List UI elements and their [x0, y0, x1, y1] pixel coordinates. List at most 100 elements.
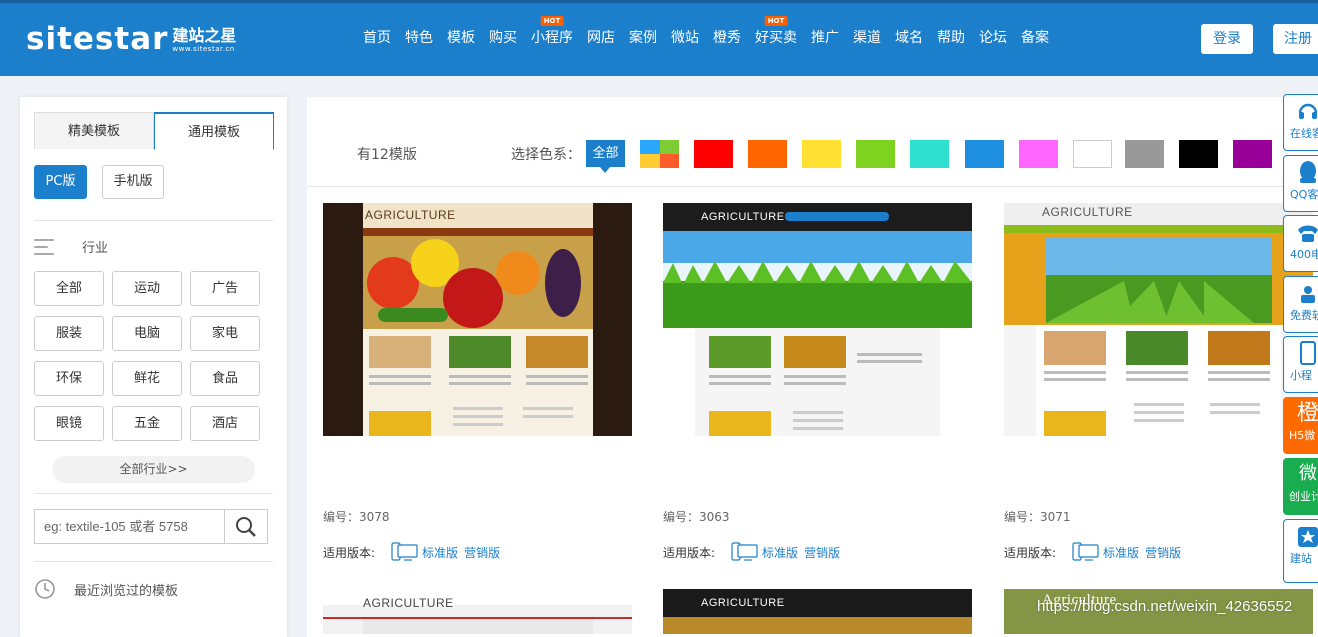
template-title: AGRICULTURE [365, 208, 456, 222]
marketing-version-link[interactable]: 营销版 [464, 544, 500, 561]
nav-label: 备案 [1021, 30, 1049, 46]
nav-item-templates[interactable]: 模板 [447, 27, 475, 49]
industry-computer[interactable]: 电脑 [112, 316, 182, 351]
watermark: https://blog.csdn.net/weixin_42636552 [1037, 598, 1293, 615]
qq-service-button[interactable]: QQ客 [1283, 155, 1318, 212]
standard-version-link[interactable]: 标准版 [1103, 544, 1139, 561]
rightbar-label: 免费软 [1290, 309, 1318, 322]
marketing-version-link[interactable]: 营销版 [804, 544, 840, 561]
template-thumbnail[interactable]: AGRICULTURE [663, 589, 972, 634]
nav-label: 推广 [811, 30, 839, 46]
color-swatch-orange[interactable] [748, 140, 787, 168]
login-button[interactable]: 登录 [1201, 24, 1253, 54]
nav-item-haomaimai[interactable]: HOT 好买卖 [755, 16, 797, 49]
pc-version-button[interactable]: PC版 [34, 165, 87, 199]
nav-item-icp[interactable]: 备案 [1021, 27, 1049, 49]
nav-item-shop[interactable]: 网店 [587, 27, 615, 49]
nav-label: 帮助 [937, 30, 965, 46]
nav-item-features[interactable]: 特色 [405, 27, 433, 49]
online-service-button[interactable]: 在线客 [1283, 94, 1318, 151]
standard-version-link[interactable]: 标准版 [762, 544, 798, 561]
color-filter-bar: 有12模版 选择色系： 全部 [307, 97, 1318, 187]
nav-item-help[interactable]: 帮助 [937, 27, 965, 49]
site-header: sitestar 建站之星 www.sitestar.cn 首页 特色 模板 购… [0, 0, 1318, 76]
color-swatch-green[interactable] [856, 140, 895, 168]
h5-microsite-button[interactable]: 橙 H5微 [1283, 397, 1318, 454]
standard-version-link[interactable]: 标准版 [422, 544, 458, 561]
industry-hardware[interactable]: 五金 [112, 406, 182, 441]
phone-icon [1298, 225, 1318, 242]
nav-item-channel[interactable]: 渠道 [853, 27, 881, 49]
divider [34, 493, 273, 494]
color-swatch-white[interactable] [1073, 140, 1112, 168]
nav-label: 小程序 [531, 30, 573, 46]
nav-label: 网店 [587, 30, 615, 46]
search-icon [236, 516, 256, 537]
color-swatch-blue[interactable] [965, 140, 1004, 168]
hotline-button[interactable]: 400电 [1283, 215, 1318, 272]
template-thumbnail[interactable]: AGRICULTURE [1004, 203, 1313, 436]
color-swatch-multi[interactable] [640, 140, 679, 168]
nav-item-domain[interactable]: 域名 [895, 27, 923, 49]
marketing-version-link[interactable]: 营销版 [1145, 544, 1181, 561]
nav-item-forum[interactable]: 论坛 [979, 27, 1007, 49]
startup-plan-button[interactable]: 微 创业计 [1283, 458, 1318, 515]
free-trial-button[interactable]: 免费软 [1283, 276, 1318, 333]
nav-item-cases[interactable]: 案例 [629, 27, 657, 49]
color-swatch-gray[interactable] [1125, 140, 1164, 168]
nav-item-home[interactable]: 首页 [363, 27, 391, 49]
template-preview-image [663, 203, 972, 436]
nav-label: 模板 [447, 30, 475, 46]
hot-badge: HOT [764, 16, 788, 26]
industry-glasses[interactable]: 眼镜 [34, 406, 104, 441]
tab-premium-templates[interactable]: 精美模板 [34, 112, 154, 149]
star-icon [1298, 527, 1318, 547]
register-button[interactable]: 注册 [1273, 24, 1318, 54]
template-versions: 适用版本: 标准版 营销版 [1004, 542, 1187, 562]
nav-item-promotion[interactable]: 推广 [811, 27, 839, 49]
hot-badge: HOT [540, 16, 564, 26]
industry-ads[interactable]: 广告 [190, 271, 260, 306]
template-thumbnail[interactable]: AGRICULTURE [663, 203, 972, 436]
tab-general-templates[interactable]: 通用模板 [154, 112, 274, 150]
color-swatch-cyan[interactable] [910, 140, 949, 168]
template-versions: 适用版本: 标准版 营销版 [663, 542, 846, 562]
mobile-version-button[interactable]: 手机版 [102, 165, 164, 199]
industry-sports[interactable]: 运动 [112, 271, 182, 306]
rightbar-label: 在线客 [1290, 127, 1318, 140]
color-swatch-black[interactable] [1179, 140, 1218, 168]
nav-item-buy[interactable]: 购买 [489, 27, 517, 49]
nav-label: 橙秀 [713, 30, 741, 46]
template-thumbnail[interactable]: AGRICULTURE [323, 589, 632, 634]
build-site-button[interactable]: 建站 [1283, 519, 1318, 583]
qq-icon [1300, 161, 1316, 183]
industry-food[interactable]: 食品 [190, 361, 260, 396]
nav-item-microsite[interactable]: 微站 [671, 27, 699, 49]
nav-item-miniprogram[interactable]: HOT 小程序 [531, 16, 573, 49]
recently-viewed[interactable]: 最近浏览过的模板 [34, 578, 178, 600]
color-swatch-pink[interactable] [1019, 140, 1058, 168]
miniprogram-button[interactable]: 小程 [1283, 336, 1318, 393]
color-swatch-red[interactable] [694, 140, 733, 168]
all-industries-button[interactable]: 全部行业>> [52, 456, 255, 483]
industry-eco[interactable]: 环保 [34, 361, 104, 396]
color-all-button[interactable]: 全部 [586, 140, 625, 173]
rightbar-label: 小程 [1290, 369, 1312, 382]
color-swatch-yellow[interactable] [802, 140, 841, 168]
color-swatch-purple[interactable] [1233, 140, 1272, 168]
industry-all[interactable]: 全部 [34, 271, 104, 306]
template-search-input[interactable] [35, 510, 225, 543]
industry-apparel[interactable]: 服装 [34, 316, 104, 351]
industry-appliances[interactable]: 家电 [190, 316, 260, 351]
industry-hotel[interactable]: 酒店 [190, 406, 260, 441]
search-button[interactable] [224, 510, 267, 543]
nav-item-chengxiu[interactable]: 橙秀 [713, 27, 741, 49]
sitestar-logo[interactable]: sitestar 建站之星 www.sitestar.cn [26, 21, 236, 57]
clock-icon [35, 579, 55, 599]
nav-label: 渠道 [853, 30, 881, 46]
devices-icon [1072, 542, 1099, 561]
logo-wordmark: sitestar [26, 21, 169, 57]
template-thumbnail[interactable]: AGRICULTURE [323, 203, 632, 436]
recently-viewed-label: 最近浏览过的模板 [74, 583, 179, 599]
industry-flowers[interactable]: 鲜花 [112, 361, 182, 396]
